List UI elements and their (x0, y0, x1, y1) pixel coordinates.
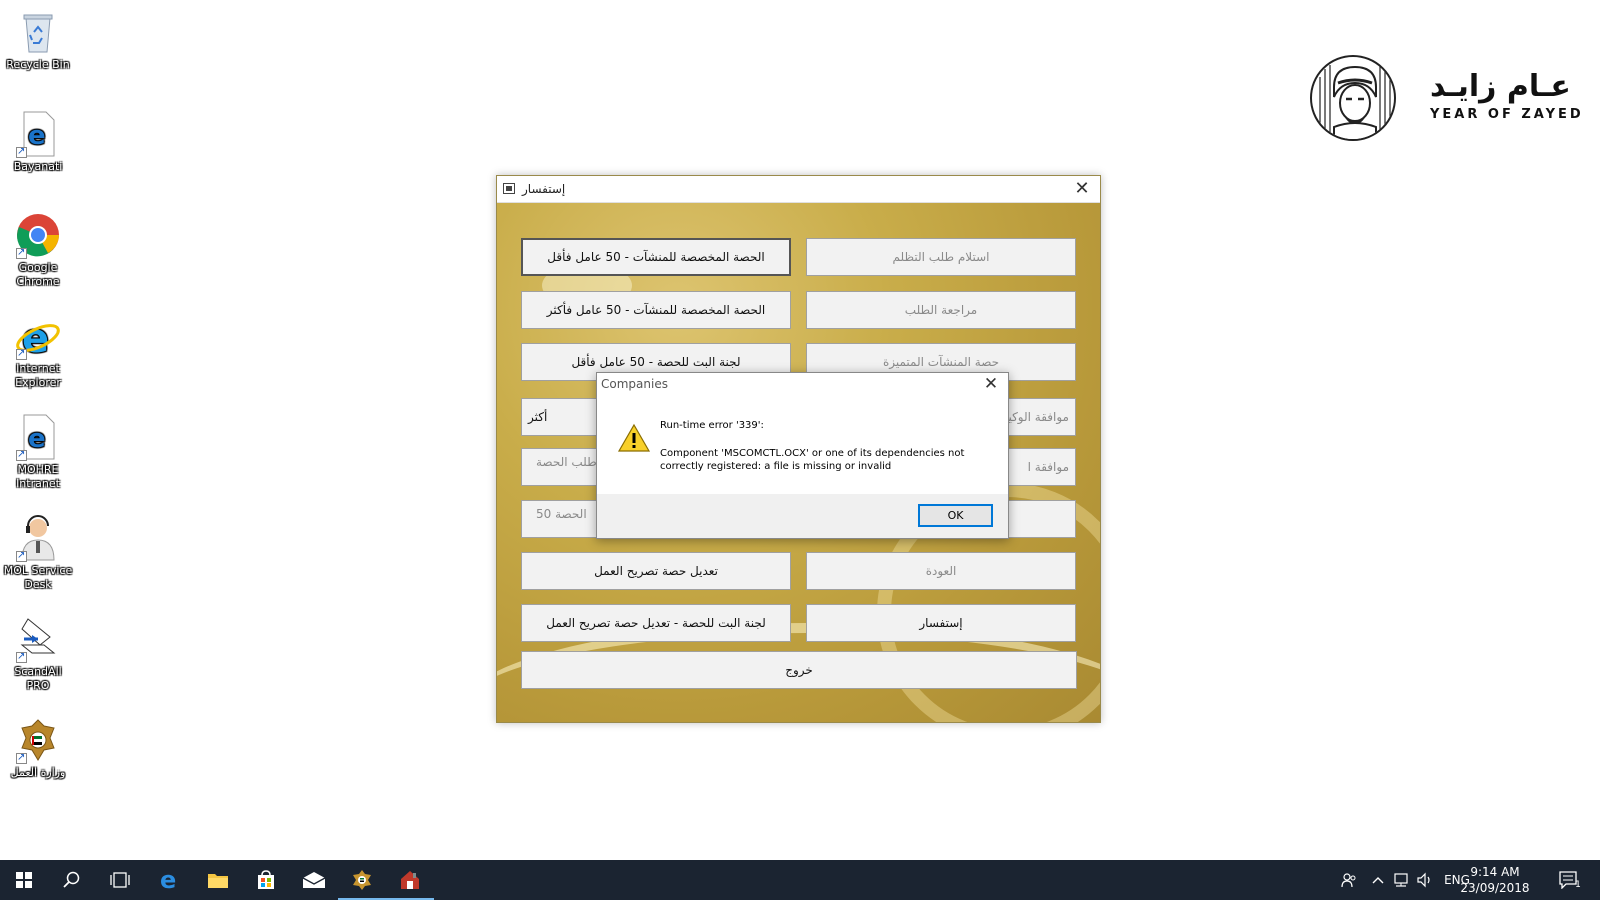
taskbar-edge[interactable]: e (146, 860, 194, 900)
desktop-icon-scandall-pro[interactable]: ScandAll PRO (2, 615, 74, 693)
taskbar-store[interactable] (242, 860, 290, 900)
window-title: إستفسار (522, 182, 566, 196)
notification-count-badge: 1 (1575, 880, 1581, 890)
recycle-bin-icon (14, 8, 62, 56)
system-clock[interactable]: 9:14 AM 23/09/2018 (1455, 864, 1535, 896)
desktop-icon-label: وزارة العمل (10, 766, 66, 779)
logo-arabic-text: عـام زايـد (1430, 69, 1571, 104)
quota-50-or-less-button[interactable]: الحصة المخصصة للمنشآت - 50 عامل فأقل (521, 238, 791, 276)
people-button[interactable] (1336, 860, 1362, 900)
store-icon (258, 870, 274, 889)
internet-explorer-icon: e (14, 312, 62, 362)
receive-complaint-button[interactable]: استلام طلب التظلم (806, 238, 1076, 276)
desktop-icon-label: Recycle Bin (6, 58, 70, 71)
shortcut-arrow-icon (16, 347, 27, 361)
shortcut-arrow-icon (16, 145, 27, 159)
taskbar-mail[interactable] (290, 860, 338, 900)
search-button[interactable] (48, 860, 96, 900)
network-icon (1394, 873, 1408, 887)
show-hidden-icons-button[interactable] (1368, 860, 1388, 900)
button-label: الحصة 50 (536, 507, 587, 521)
ie-document-icon: e (14, 413, 62, 462)
shortcut-arrow-icon (16, 650, 27, 664)
start-button[interactable] (0, 860, 48, 900)
edge-icon: e (160, 869, 176, 891)
close-icon[interactable]: ✕ (1070, 177, 1094, 201)
desktop-icon-google-chrome[interactable]: Google Chrome (2, 211, 74, 289)
ie-document-icon: e (14, 110, 62, 159)
logo-english-text: YEAR OF ZAYED (1430, 107, 1584, 122)
action-center-button[interactable]: 1 (1550, 860, 1590, 900)
taskbar-companies-app[interactable] (386, 860, 434, 900)
exit-button[interactable]: خروج (521, 651, 1077, 689)
desktop-icon-label: MOHRE Intranet (16, 463, 60, 490)
shortcut-arrow-icon (16, 246, 27, 260)
modify-work-permit-quota-button[interactable]: تعديل حصة تصريح العمل (521, 552, 791, 590)
windows-logo-icon (16, 872, 32, 888)
error-dialog: Companies ✕ Run-time error '339': Compon… (596, 372, 1009, 539)
zayed-portrait-seal (1310, 55, 1396, 141)
taskbar: e ENG 9:14 AM 23/09/2018 1 (0, 860, 1600, 900)
warning-icon (617, 423, 651, 453)
svg-text:e: e (28, 424, 46, 454)
error-title-text: Run-time error '339': (660, 420, 764, 431)
scanner-icon (14, 615, 62, 664)
volume-button[interactable] (1414, 860, 1436, 900)
desktop-icon-label: Internet Explorer (15, 362, 61, 389)
folder-icon (208, 874, 228, 888)
shortcut-arrow-icon (16, 448, 27, 462)
desktop-icon-label: MOL Service Desk (3, 564, 73, 591)
review-request-button[interactable]: مراجعة الطلب (806, 291, 1076, 329)
chevron-up-icon (1372, 877, 1384, 884)
uae-emblem-icon (14, 716, 62, 765)
clock-date: 23/09/2018 (1460, 881, 1530, 895)
inquiry-button[interactable]: إستفسار (806, 604, 1076, 642)
committee-modify-quota-button[interactable]: لجنة البت للحصة - تعديل حصة تصريح العمل (521, 604, 791, 642)
desktop-icon-label: Bayanati (13, 160, 63, 173)
ok-button[interactable]: OK (918, 504, 993, 527)
chrome-icon (14, 211, 62, 260)
taskbar-file-explorer[interactable] (194, 860, 242, 900)
desktop-icon-mol-service-desk[interactable]: MOL Service Desk (2, 514, 74, 592)
task-view-button[interactable] (96, 860, 144, 900)
shortcut-arrow-icon (16, 549, 27, 563)
svg-text:e: e (28, 121, 46, 151)
error-message-text: Component 'MSCOMCTL.OCX' or one of its d… (660, 448, 965, 472)
house-app-icon (401, 871, 419, 889)
support-agent-icon (14, 514, 62, 563)
desktop-icon-ministry-of-labour[interactable]: وزارة العمل (2, 716, 74, 780)
people-icon (1341, 873, 1356, 888)
desktop-icon-recycle-bin[interactable]: Recycle Bin (2, 8, 74, 72)
dialog-footer: OK (597, 494, 1008, 538)
dialog-title: Companies (601, 377, 668, 391)
desktop-icon-bayanati[interactable]: e Bayanati (2, 110, 74, 174)
desktop-icon-label: Google Chrome (16, 261, 60, 288)
close-icon[interactable]: ✕ (980, 373, 1002, 395)
back-button[interactable]: العودة (806, 552, 1076, 590)
desktop-icon-mohre-intranet[interactable]: e MOHRE Intranet (2, 413, 74, 491)
quota-50-or-more-button[interactable]: الحصة المخصصة للمنشآت - 50 عامل فأكثر (521, 291, 791, 329)
dialog-titlebar[interactable]: Companies ✕ (597, 373, 1008, 398)
uae-emblem-icon (353, 870, 371, 890)
taskbar-mol-app[interactable] (338, 860, 386, 900)
shortcut-arrow-icon (16, 751, 27, 765)
window-titlebar[interactable]: إستفسار ✕ (497, 176, 1100, 203)
svg-text:e: e (160, 869, 176, 891)
desktop-icon-internet-explorer[interactable]: e Internet Explorer (2, 312, 74, 390)
app-window-icon (503, 183, 515, 194)
search-icon (63, 871, 80, 888)
year-of-zayed-logo: عـام زايـد YEAR OF ZAYED (1310, 55, 1581, 145)
clock-time: 9:14 AM (1470, 865, 1520, 879)
speaker-icon (1417, 872, 1430, 888)
task-view-icon (110, 872, 130, 888)
mail-icon (302, 872, 326, 888)
desktop-icon-label: ScandAll PRO (14, 665, 62, 692)
network-button[interactable] (1390, 860, 1412, 900)
